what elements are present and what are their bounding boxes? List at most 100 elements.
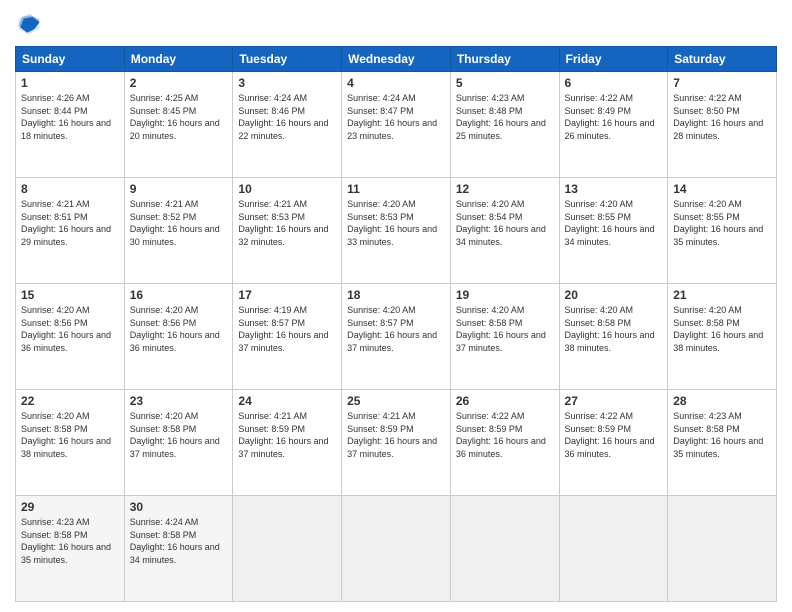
calendar-cell: 9 Sunrise: 4:21 AMSunset: 8:52 PMDaylight…: [124, 178, 233, 284]
calendar-cell: 1 Sunrise: 4:26 AMSunset: 8:44 PMDaylight…: [16, 72, 125, 178]
day-number: 2: [130, 76, 228, 90]
calendar-cell: 2 Sunrise: 4:25 AMSunset: 8:45 PMDaylight…: [124, 72, 233, 178]
calendar-cell: 30Sunrise: 4:24 AMSunset: 8:58 PMDayligh…: [124, 496, 233, 602]
day-number: 27: [565, 394, 663, 408]
day-info: Sunrise: 4:20 AMSunset: 8:58 PMDaylight:…: [130, 410, 228, 460]
calendar-cell: 29 Sunrise: 4:23 AMSunset: 8:58 PMDayligh…: [16, 496, 125, 602]
calendar-cell: [450, 496, 559, 602]
calendar-cell: 7Sunrise: 4:22 AMSunset: 8:50 PMDaylight…: [668, 72, 777, 178]
day-number: 22: [21, 394, 119, 408]
day-info: Sunrise: 4:20 AMSunset: 8:58 PMDaylight:…: [456, 304, 554, 354]
day-info: Sunrise: 4:20 AMSunset: 8:58 PMDaylight:…: [565, 304, 663, 354]
day-number: 16: [130, 288, 228, 302]
calendar-week-1: 1 Sunrise: 4:26 AMSunset: 8:44 PMDaylight…: [16, 72, 777, 178]
day-number: 9: [130, 182, 228, 196]
logo: [15, 10, 47, 38]
calendar-week-4: 22 Sunrise: 4:20 AMSunset: 8:58 PMDayligh…: [16, 390, 777, 496]
day-info: Sunrise: 4:21 AMSunset: 8:51 PMDaylight:…: [21, 198, 119, 248]
day-number: 10: [238, 182, 336, 196]
day-info: Sunrise: 4:20 AMSunset: 8:53 PMDaylight:…: [347, 198, 445, 248]
day-info: Sunrise: 4:23 AMSunset: 8:58 PMDaylight:…: [673, 410, 771, 460]
day-number: 21: [673, 288, 771, 302]
header: [15, 10, 777, 38]
weekday-header-saturday: Saturday: [668, 47, 777, 72]
calendar-cell: 3 Sunrise: 4:24 AMSunset: 8:46 PMDaylight…: [233, 72, 342, 178]
day-info: Sunrise: 4:20 AMSunset: 8:58 PMDaylight:…: [21, 410, 119, 460]
day-info: Sunrise: 4:20 AMSunset: 8:56 PMDaylight:…: [21, 304, 119, 354]
day-info: Sunrise: 4:22 AMSunset: 8:59 PMDaylight:…: [456, 410, 554, 460]
day-info: Sunrise: 4:24 AMSunset: 8:46 PMDaylight:…: [238, 92, 336, 142]
calendar-cell: 11 Sunrise: 4:20 AMSunset: 8:53 PMDayligh…: [342, 178, 451, 284]
day-info: Sunrise: 4:19 AMSunset: 8:57 PMDaylight:…: [238, 304, 336, 354]
day-number: 19: [456, 288, 554, 302]
day-number: 3: [238, 76, 336, 90]
day-info: Sunrise: 4:23 AMSunset: 8:48 PMDaylight:…: [456, 92, 554, 142]
day-number: 6: [565, 76, 663, 90]
day-number: 5: [456, 76, 554, 90]
day-number: 13: [565, 182, 663, 196]
calendar-cell: 24 Sunrise: 4:21 AMSunset: 8:59 PMDayligh…: [233, 390, 342, 496]
calendar-cell: [559, 496, 668, 602]
calendar-cell: 10 Sunrise: 4:21 AMSunset: 8:53 PMDayligh…: [233, 178, 342, 284]
day-info: Sunrise: 4:20 AMSunset: 8:57 PMDaylight:…: [347, 304, 445, 354]
logo-icon: [15, 10, 43, 38]
day-info: Sunrise: 4:21 AMSunset: 8:53 PMDaylight:…: [238, 198, 336, 248]
calendar-cell: 14 Sunrise: 4:20 AMSunset: 8:55 PMDayligh…: [668, 178, 777, 284]
weekday-header-tuesday: Tuesday: [233, 47, 342, 72]
day-info: Sunrise: 4:21 AMSunset: 8:59 PMDaylight:…: [347, 410, 445, 460]
day-info: Sunrise: 4:22 AMSunset: 8:59 PMDaylight:…: [565, 410, 663, 460]
calendar-cell: 27 Sunrise: 4:22 AMSunset: 8:59 PMDayligh…: [559, 390, 668, 496]
day-number: 23: [130, 394, 228, 408]
weekday-header-row: SundayMondayTuesdayWednesdayThursdayFrid…: [16, 47, 777, 72]
day-info: Sunrise: 4:21 AMSunset: 8:52 PMDaylight:…: [130, 198, 228, 248]
day-number: 30: [130, 500, 228, 514]
page: SundayMondayTuesdayWednesdayThursdayFrid…: [0, 0, 792, 612]
day-number: 18: [347, 288, 445, 302]
day-info: Sunrise: 4:26 AMSunset: 8:44 PMDaylight:…: [21, 92, 119, 142]
day-info: Sunrise: 4:21 AMSunset: 8:59 PMDaylight:…: [238, 410, 336, 460]
day-info: Sunrise: 4:20 AMSunset: 8:56 PMDaylight:…: [130, 304, 228, 354]
day-info: Sunrise: 4:20 AMSunset: 8:54 PMDaylight:…: [456, 198, 554, 248]
day-number: 28: [673, 394, 771, 408]
day-number: 20: [565, 288, 663, 302]
day-number: 1: [21, 76, 119, 90]
day-info: Sunrise: 4:20 AMSunset: 8:55 PMDaylight:…: [673, 198, 771, 248]
weekday-header-sunday: Sunday: [16, 47, 125, 72]
day-number: 29: [21, 500, 119, 514]
calendar-cell: 5 Sunrise: 4:23 AMSunset: 8:48 PMDaylight…: [450, 72, 559, 178]
calendar-cell: [342, 496, 451, 602]
weekday-header-wednesday: Wednesday: [342, 47, 451, 72]
day-number: 12: [456, 182, 554, 196]
calendar-cell: 16 Sunrise: 4:20 AMSunset: 8:56 PMDayligh…: [124, 284, 233, 390]
calendar-cell: 25 Sunrise: 4:21 AMSunset: 8:59 PMDayligh…: [342, 390, 451, 496]
day-number: 8: [21, 182, 119, 196]
day-number: 14: [673, 182, 771, 196]
calendar-cell: 15 Sunrise: 4:20 AMSunset: 8:56 PMDayligh…: [16, 284, 125, 390]
calendar-cell: [233, 496, 342, 602]
calendar-cell: 12 Sunrise: 4:20 AMSunset: 8:54 PMDayligh…: [450, 178, 559, 284]
day-info: Sunrise: 4:22 AMSunset: 8:50 PMDaylight:…: [673, 92, 771, 142]
day-info: Sunrise: 4:22 AMSunset: 8:49 PMDaylight:…: [565, 92, 663, 142]
calendar-cell: 18 Sunrise: 4:20 AMSunset: 8:57 PMDayligh…: [342, 284, 451, 390]
day-number: 17: [238, 288, 336, 302]
calendar-week-5: 29 Sunrise: 4:23 AMSunset: 8:58 PMDayligh…: [16, 496, 777, 602]
calendar-cell: 4 Sunrise: 4:24 AMSunset: 8:47 PMDaylight…: [342, 72, 451, 178]
day-number: 24: [238, 394, 336, 408]
calendar-week-2: 8 Sunrise: 4:21 AMSunset: 8:51 PMDaylight…: [16, 178, 777, 284]
day-number: 15: [21, 288, 119, 302]
day-number: 4: [347, 76, 445, 90]
weekday-header-monday: Monday: [124, 47, 233, 72]
day-number: 11: [347, 182, 445, 196]
weekday-header-thursday: Thursday: [450, 47, 559, 72]
weekday-header-friday: Friday: [559, 47, 668, 72]
day-number: 25: [347, 394, 445, 408]
calendar-cell: [668, 496, 777, 602]
calendar-week-3: 15 Sunrise: 4:20 AMSunset: 8:56 PMDayligh…: [16, 284, 777, 390]
calendar-cell: 17 Sunrise: 4:19 AMSunset: 8:57 PMDayligh…: [233, 284, 342, 390]
day-info: Sunrise: 4:25 AMSunset: 8:45 PMDaylight:…: [130, 92, 228, 142]
calendar-cell: 19 Sunrise: 4:20 AMSunset: 8:58 PMDayligh…: [450, 284, 559, 390]
calendar-cell: 13Sunrise: 4:20 AMSunset: 8:55 PMDayligh…: [559, 178, 668, 284]
day-info: Sunrise: 4:24 AMSunset: 8:47 PMDaylight:…: [347, 92, 445, 142]
day-info: Sunrise: 4:23 AMSunset: 8:58 PMDaylight:…: [21, 516, 119, 566]
day-number: 26: [456, 394, 554, 408]
